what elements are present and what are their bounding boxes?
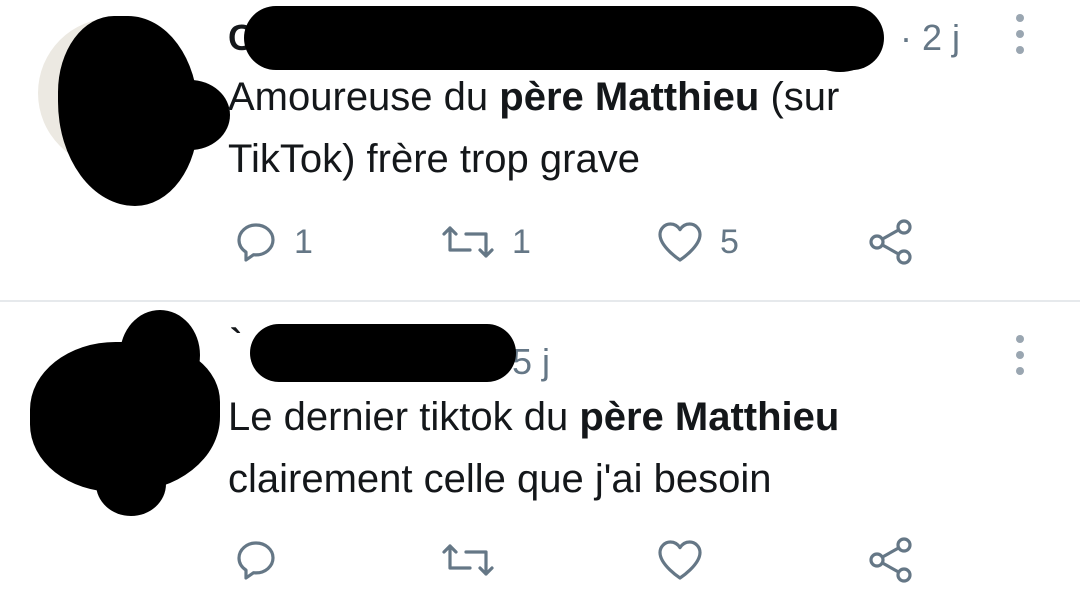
- tweet-text-part: Amoureuse du: [228, 75, 500, 119]
- retweet-count: 1: [512, 222, 531, 261]
- reply-icon: [237, 223, 275, 262]
- share-icon: [869, 537, 912, 583]
- like-button[interactable]: 5: [656, 212, 739, 272]
- tweet-text-part: clairement celle que j'ai besoin: [228, 457, 772, 501]
- redaction-mark: [244, 6, 884, 70]
- reply-icon: [237, 541, 275, 580]
- retweet-button[interactable]: [440, 530, 512, 590]
- redaction-mark: [120, 310, 200, 400]
- redaction-mark: [96, 452, 166, 516]
- share-button[interactable]: [866, 530, 916, 590]
- more-vertical-icon[interactable]: [1014, 335, 1026, 375]
- tweet-2[interactable]: ` 5 j Le dernier tiktok du père Matthieu…: [0, 302, 1080, 609]
- tweet-1[interactable]: C @d · 2 j Amoureuse du père Matthieu (s…: [0, 0, 1080, 300]
- tweet-text: Le dernier tiktok du père Matthieu clair…: [228, 386, 928, 510]
- reply-button[interactable]: [234, 530, 294, 590]
- retweet-icon: [442, 226, 494, 258]
- redaction-mark: [250, 324, 516, 382]
- redaction-mark: [800, 10, 880, 72]
- heart-icon: [658, 222, 702, 262]
- retweet-button[interactable]: 1: [440, 212, 531, 272]
- reply-button[interactable]: 1: [234, 212, 313, 272]
- action-bar: [0, 530, 1080, 590]
- reply-count: 1: [294, 222, 313, 261]
- redaction-mark: [150, 80, 230, 150]
- action-bar: 1 1 5: [0, 212, 1080, 272]
- like-button[interactable]: [656, 530, 720, 590]
- like-count: 5: [720, 222, 739, 261]
- timestamp[interactable]: 5 j: [512, 342, 550, 382]
- more-vertical-icon[interactable]: [1014, 14, 1026, 54]
- tweet-text: Amoureuse du père Matthieu (sur TikTok) …: [228, 66, 928, 190]
- share-button[interactable]: [866, 212, 916, 272]
- tweet-text-part: Le dernier tiktok du: [228, 395, 580, 439]
- timestamp[interactable]: · 2 j: [900, 18, 960, 58]
- tweet-text-bold[interactable]: père Matthieu: [499, 75, 759, 119]
- tweet-text-bold[interactable]: père Matthieu: [579, 395, 839, 439]
- retweet-icon: [442, 544, 494, 576]
- heart-icon: [658, 540, 702, 580]
- author-name[interactable]: `: [230, 322, 242, 362]
- share-icon: [869, 219, 912, 265]
